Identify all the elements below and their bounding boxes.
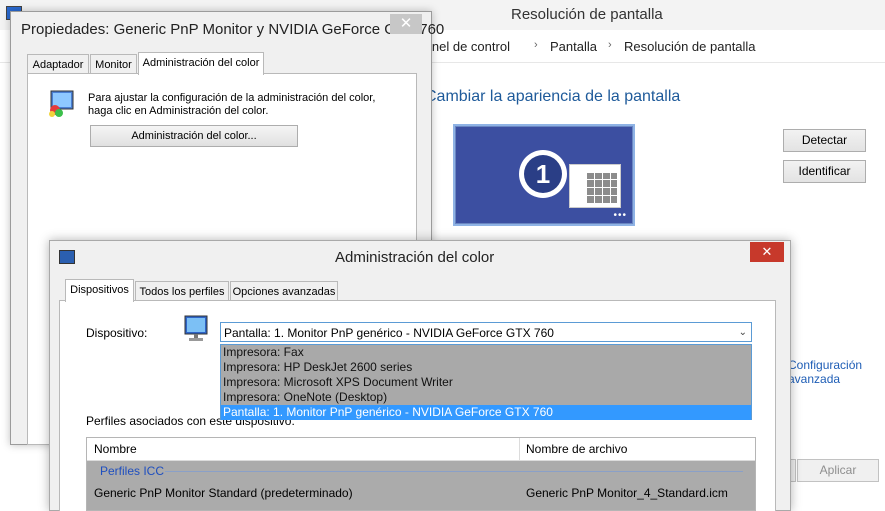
dialog-title: Administración del color <box>335 249 495 266</box>
monitor-icon <box>184 315 208 341</box>
tab-all-profiles[interactable]: Todos los perfiles <box>135 281 229 302</box>
chevron-right-icon: › <box>608 39 612 51</box>
device-select[interactable]: Pantalla: 1. Monitor PnP genérico - NVID… <box>220 322 752 342</box>
color-management-icon <box>49 90 74 117</box>
dots-icon: ••• <box>613 210 627 221</box>
dropdown-option[interactable]: Impresora: Microsoft XPS Document Writer <box>221 375 751 390</box>
device-label: Dispositivo: <box>86 326 148 340</box>
tab-monitor[interactable]: Monitor <box>90 54 137 75</box>
list-body: Perfiles ICC Generic PnP Monitor Standar… <box>87 461 755 510</box>
dropdown-option[interactable]: Impresora: OneNote (Desktop) <box>221 390 751 405</box>
dropdown-option[interactable]: Impresora: Fax <box>221 345 751 360</box>
column-divider[interactable] <box>519 438 520 460</box>
column-header-name[interactable]: Nombre <box>94 442 137 456</box>
close-icon[interactable]: ✕ <box>390 14 422 34</box>
column-header-file[interactable]: Nombre de archivo <box>526 442 627 456</box>
device-dropdown-list: Impresora: Fax Impresora: HP DeskJet 260… <box>220 344 752 420</box>
apply-button[interactable]: Aplicar <box>797 459 879 482</box>
description-text: Para ajustar la configuración de la admi… <box>88 92 375 118</box>
list-header: Nombre Nombre de archivo <box>87 438 755 461</box>
profiles-list: Nombre Nombre de archivo Perfiles ICC Ge… <box>86 437 756 511</box>
profile-file[interactable]: Generic PnP Monitor_4_Standard.icm <box>526 486 728 500</box>
dialog-title: Propiedades: Generic PnP Monitor y NVIDI… <box>21 21 445 38</box>
tab-devices[interactable]: Dispositivos <box>65 279 134 302</box>
monitor-screen-icon <box>569 164 621 208</box>
tab-adaptador[interactable]: Adaptador <box>27 54 89 75</box>
page-heading: Cambiar la apariencia de la pantalla <box>425 88 681 105</box>
monitor-number: 1 <box>524 155 562 193</box>
breadcrumb-screen-resolution[interactable]: Resolución de pantalla <box>624 39 756 54</box>
color-management-dialog: Administración del color ✕ Dispositivos … <box>49 240 791 511</box>
group-header: Perfiles ICC <box>100 464 165 478</box>
breadcrumb-display[interactable]: Pantalla <box>550 39 597 54</box>
divider <box>165 471 743 472</box>
device-select-value: Pantalla: 1. Monitor PnP genérico - NVID… <box>224 326 554 340</box>
grid-icon <box>587 173 617 203</box>
close-icon[interactable]: ✕ <box>750 242 784 262</box>
chevron-down-icon[interactable]: ⌄ <box>739 323 747 343</box>
detect-button[interactable]: Detectar <box>783 129 866 152</box>
window-title: Resolución de pantalla <box>511 6 663 23</box>
tab-color-management[interactable]: Administración del color <box>138 52 264 75</box>
description-line: haga clic en Administración del color. <box>88 105 269 117</box>
description-line: Para ajustar la configuración de la admi… <box>88 92 376 104</box>
tab-advanced[interactable]: Opciones avanzadas <box>230 281 338 302</box>
identify-button[interactable]: Identificar <box>783 160 866 183</box>
dropdown-option-selected[interactable]: Pantalla: 1. Monitor PnP genérico - NVID… <box>221 405 751 420</box>
dropdown-option[interactable]: Impresora: HP DeskJet 2600 series <box>221 360 751 375</box>
advanced-settings-link[interactable]: Configuración avanzada <box>788 358 885 386</box>
chevron-right-icon: › <box>534 39 538 51</box>
profile-name[interactable]: Generic PnP Monitor Standard (predetermi… <box>94 486 353 500</box>
monitor-number-badge: 1 <box>519 150 567 198</box>
window-icon <box>59 250 75 264</box>
monitor-preview[interactable]: 1 ••• <box>453 124 635 226</box>
color-management-button[interactable]: Administración del color... <box>90 125 298 147</box>
